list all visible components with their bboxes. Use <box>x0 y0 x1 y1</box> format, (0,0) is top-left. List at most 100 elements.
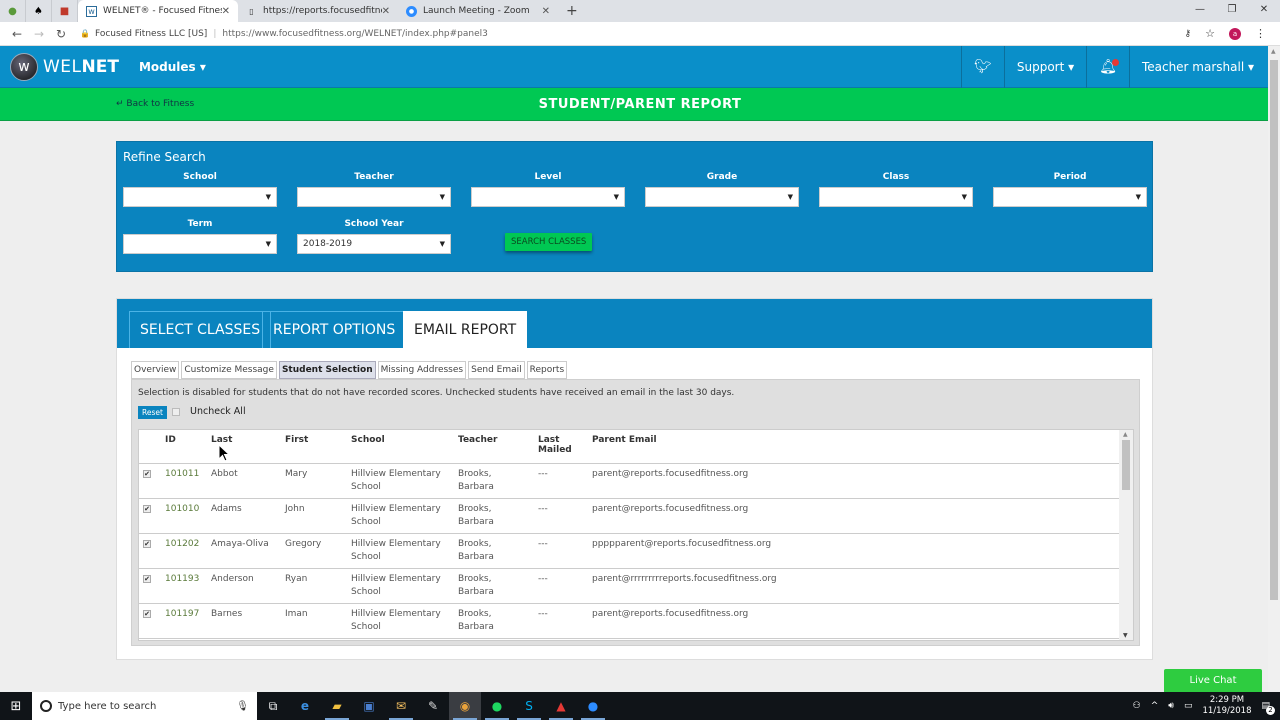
paint-icon[interactable]: ✎ <box>417 692 449 720</box>
welnet-logo[interactable]: w WEL NET <box>10 52 119 81</box>
cell-school: Hillview Elementary School <box>347 533 454 569</box>
close-tab-icon[interactable]: ✕ <box>382 6 390 17</box>
level-select[interactable]: ▼ <box>471 187 625 207</box>
search-classes-button[interactable]: SEARCH CLASSES <box>505 233 593 251</box>
notification-count: 2 <box>1266 706 1275 715</box>
action-center-icon[interactable]: ▤ 2 <box>1261 701 1275 715</box>
user-menu[interactable]: Teacher marshall ▾ <box>1128 46 1266 88</box>
subtab-send-email[interactable]: Send Email <box>468 361 525 379</box>
support-menu[interactable]: Support ▾ <box>1003 46 1086 88</box>
school-select[interactable]: ▼ <box>123 187 277 207</box>
student-checkbox[interactable]: ✔ <box>143 469 151 478</box>
scroll-up-icon[interactable]: ▲ <box>1271 48 1276 55</box>
people-icon[interactable]: ⚇ <box>1133 701 1141 711</box>
header-last-mailed[interactable]: Last Mailed <box>534 430 588 464</box>
tab-select-classes[interactable]: SELECT CLASSES <box>129 311 272 348</box>
student-checkbox[interactable]: ✔ <box>143 539 151 548</box>
table-scrollbar[interactable]: ▲ ▼ <box>1119 430 1133 640</box>
volume-icon[interactable]: 🔊︎ <box>1168 701 1174 711</box>
reset-button[interactable]: Reset <box>138 406 167 419</box>
uncheck-all-checkbox[interactable] <box>172 407 180 416</box>
scrollbar-thumb[interactable] <box>1122 440 1130 490</box>
tab-email-report[interactable]: EMAIL REPORT <box>403 311 528 348</box>
back-to-fitness-link[interactable]: ↵ Back to Fitness <box>116 99 194 109</box>
browser-tab-zoom[interactable]: ● Launch Meeting - Zoom ✕ <box>398 0 558 22</box>
student-checkbox[interactable]: ✔ <box>143 504 151 513</box>
notifications-button[interactable]: 🔔︎ <box>1086 46 1129 88</box>
term-select[interactable]: ▼ <box>123 234 277 254</box>
pinned-tab-1[interactable]: ● <box>0 0 26 22</box>
subtab-customize-message[interactable]: Customize Message <box>181 361 277 379</box>
close-tab-icon[interactable]: ✕ <box>542 6 550 17</box>
menu-dots-icon[interactable]: ⋮ <box>1255 27 1266 40</box>
edge-icon[interactable]: e <box>289 692 321 720</box>
period-select[interactable]: ▼ <box>993 187 1147 207</box>
header-id[interactable]: ID <box>161 430 207 464</box>
close-window-icon[interactable]: ✕ <box>1248 0 1280 22</box>
site-identity[interactable]: Focused Fitness LLC [US] <box>95 29 207 39</box>
app-icon: ♠ <box>34 5 43 17</box>
system-clock[interactable]: 2:29 PM 11/19/2018 <box>1202 695 1251 717</box>
browser-tab-welnet[interactable]: w WELNET® - Focused Fitness, LLC ✕ <box>78 0 238 22</box>
tab-report-options[interactable]: REPORT OPTIONS <box>262 311 407 348</box>
minimize-icon[interactable]: — <box>1184 0 1216 22</box>
file-explorer-icon[interactable]: ▰ <box>321 692 353 720</box>
student-checkbox[interactable]: ✔ <box>143 574 151 583</box>
outlook-icon[interactable]: ✉ <box>385 692 417 720</box>
browser-tab-reports[interactable]: ▯ https://reports.focusedfitness.org ✕ <box>238 0 398 22</box>
scroll-down-icon[interactable]: ▼ <box>1123 632 1128 639</box>
cell-teacher: Brooks, Barbara <box>454 533 534 569</box>
class-select[interactable]: ▼ <box>819 187 973 207</box>
network-icon[interactable]: ▭ <box>1184 701 1193 711</box>
twitter-button[interactable]: 🐦︎ <box>961 46 1004 88</box>
new-tab-button[interactable]: + <box>558 0 586 22</box>
spotify-icon[interactable]: ● <box>481 692 513 720</box>
acrobat-icon[interactable]: ▲ <box>545 692 577 720</box>
scrollbar-thumb[interactable] <box>1270 60 1278 600</box>
student-checkbox[interactable]: ✔ <box>143 609 151 618</box>
profile-avatar[interactable]: a <box>1229 27 1241 40</box>
system-tray: ⚇ ^ 🔊︎ ▭ 2:29 PM 11/19/2018 ▤ 2 <box>1133 692 1280 720</box>
pinned-tab-2[interactable]: ♠ <box>26 0 52 22</box>
level-field: Level ▼ <box>471 172 625 207</box>
url-input[interactable]: https://www.focusedfitness.org/WELNET/in… <box>222 29 488 39</box>
word-icon[interactable]: ▣ <box>353 692 385 720</box>
zoom-app-icon[interactable]: ● <box>577 692 609 720</box>
logo-icon: w <box>10 52 38 81</box>
subtab-overview[interactable]: Overview <box>131 361 180 379</box>
teacher-select[interactable]: ▼ <box>297 187 451 207</box>
school-year-select[interactable]: 2018-2019 ▼ <box>297 234 451 254</box>
taskbar-search[interactable]: Type here to search 🎙︎ <box>32 692 257 720</box>
windows-start-icon[interactable]: ⊞ <box>0 699 32 714</box>
subtab-student-selection[interactable]: Student Selection <box>278 361 376 379</box>
subtab-reports[interactable]: Reports <box>526 361 568 379</box>
microphone-icon[interactable]: 🎙︎ <box>236 701 249 712</box>
header-teacher[interactable]: Teacher <box>454 430 534 464</box>
task-view-icon[interactable]: ⧉ <box>257 692 289 720</box>
page-scrollbar[interactable]: ▲ <box>1268 46 1280 690</box>
skype-icon[interactable]: S <box>513 692 545 720</box>
teacher-field: Teacher ▼ <box>297 172 451 207</box>
header-school[interactable]: School <box>347 430 454 464</box>
scroll-up-icon[interactable]: ▲ <box>1123 431 1128 438</box>
tray-expand-icon[interactable]: ^ <box>1151 701 1159 711</box>
modules-menu[interactable]: Modules ▾ <box>139 60 206 74</box>
restore-icon[interactable]: ❐ <box>1216 0 1248 22</box>
forward-icon[interactable]: → <box>28 27 50 41</box>
key-icon[interactable]: ⚷ <box>1185 29 1192 39</box>
pinned-tab-3[interactable]: ■ <box>52 0 78 22</box>
grade-select[interactable]: ▼ <box>645 187 799 207</box>
header-first[interactable]: First <box>281 430 347 464</box>
reload-icon[interactable]: ↻ <box>50 27 72 41</box>
header-parent-email[interactable]: Parent Email <box>588 430 1121 464</box>
star-icon[interactable]: ☆ <box>1205 27 1215 40</box>
app-navbar: w WEL NET Modules ▾ 🐦︎ Support ▾ 🔔︎ Teach… <box>0 46 1280 88</box>
field-label: School Year <box>344 219 404 229</box>
close-tab-icon[interactable]: ✕ <box>222 6 230 17</box>
subtab-missing-addresses[interactable]: Missing Addresses <box>377 361 467 379</box>
students-table-container: ID Last First School Teacher Last Mailed… <box>138 429 1134 641</box>
uncheck-all-toggle[interactable]: Uncheck All <box>172 406 246 417</box>
chrome-icon[interactable]: ◉ <box>449 692 481 720</box>
back-icon[interactable]: ← <box>6 27 28 41</box>
live-chat-button[interactable]: Live Chat <box>1164 669 1262 692</box>
